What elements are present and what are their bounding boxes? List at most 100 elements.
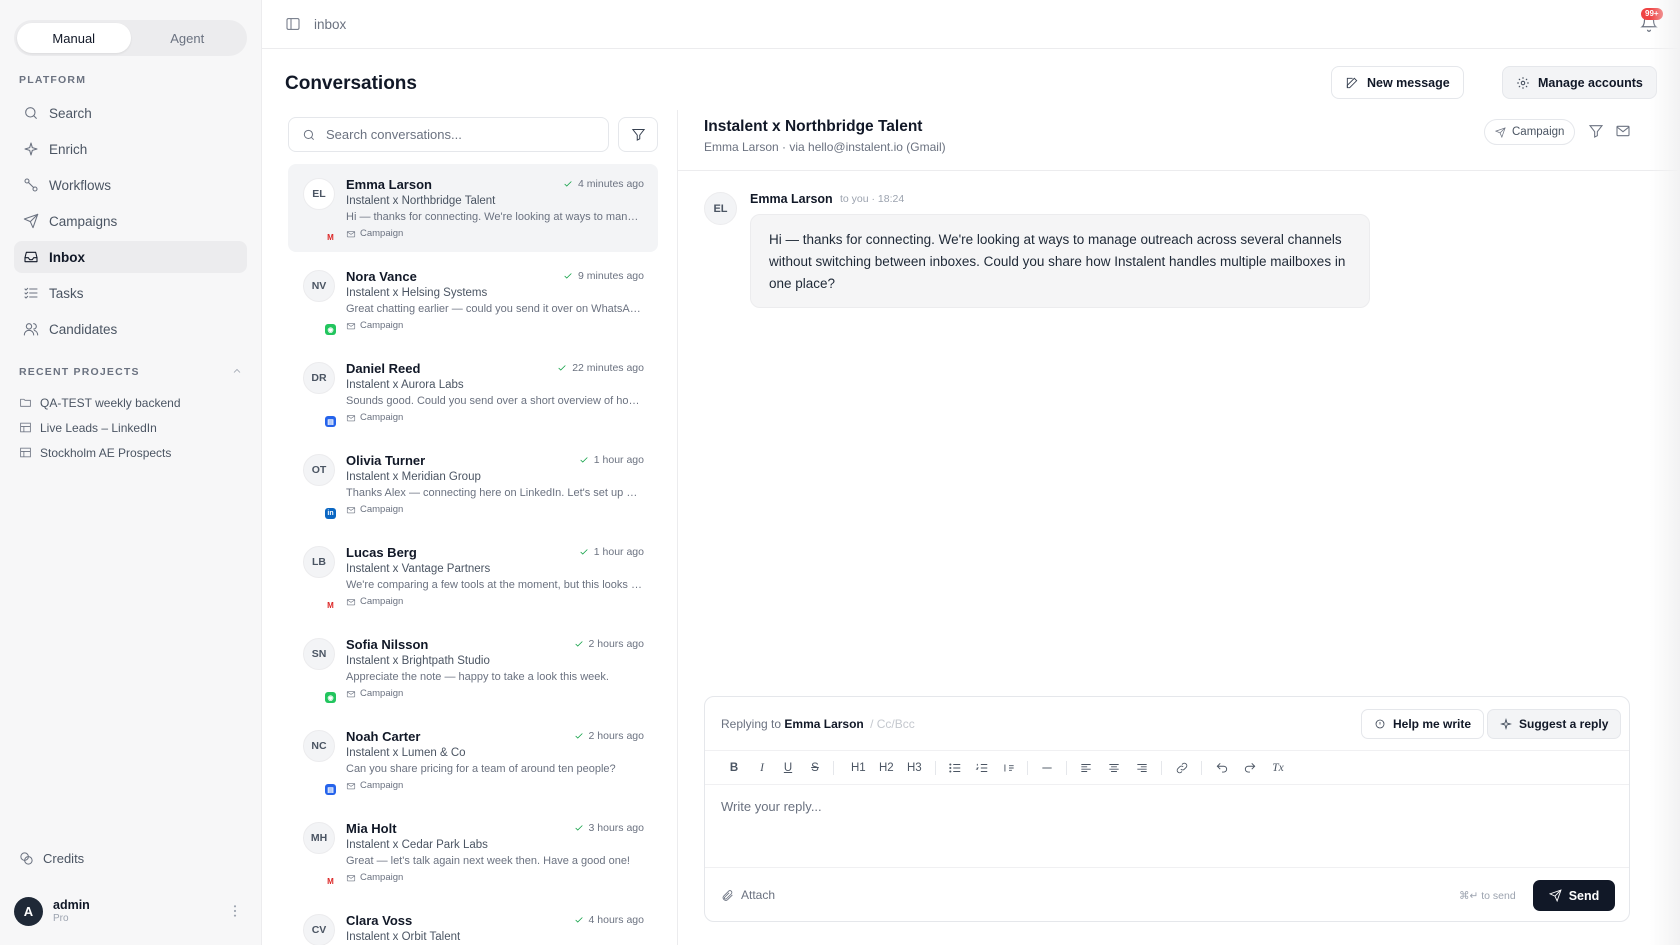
align-center-icon: [1109, 764, 1119, 772]
search-input[interactable]: [326, 127, 596, 142]
send-icon: [346, 414, 356, 421]
align-center-button[interactable]: [1107, 760, 1121, 776]
sidebar-item-tasks[interactable]: Tasks: [14, 277, 247, 309]
align-left-button[interactable]: [1079, 760, 1093, 776]
project-item[interactable]: Stockholm AE Prospects: [19, 440, 244, 465]
conversation-item[interactable]: DR ▤ Daniel Reed 22 minutes ago Instalent x …: [288, 348, 658, 436]
reply-input[interactable]: [721, 799, 1611, 814]
conversation-item[interactable]: MH M Mia Holt 3 hours ago Instalent x Cedar …: [288, 808, 658, 896]
attach-button[interactable]: Attach: [721, 888, 775, 902]
time-label: 1 hour ago: [593, 546, 644, 558]
send-icon: [1548, 889, 1562, 902]
undo-button[interactable]: [1215, 760, 1229, 776]
sidebar-item-inbox[interactable]: Inbox: [14, 241, 247, 273]
conversation-item[interactable]: SN ◉ Sofia Nilsson 2 hours ago Instalent x B…: [288, 624, 658, 712]
conversation-preview: Great chatting earlier — could you send …: [346, 303, 643, 315]
credits-link[interactable]: Credits: [19, 851, 84, 866]
check-icon: [580, 549, 588, 555]
check-icon: [574, 733, 583, 739]
conversation-company: Instalent x Aurora Labs: [346, 379, 464, 391]
strikethrough-button[interactable]: S: [808, 760, 822, 776]
tag-label: Campaign: [360, 228, 404, 239]
bold-button[interactable]: B: [727, 760, 741, 776]
avatar: CV: [303, 914, 335, 945]
conversation-item[interactable]: LB M Lucas Berg 1 hour ago Instalent x Vanta…: [288, 532, 658, 620]
avatar: NV: [303, 270, 335, 302]
conversation-name: Daniel Reed: [346, 361, 421, 376]
breadcrumb: inbox: [314, 17, 347, 32]
thread-header-divider: [678, 170, 1680, 171]
conversation-tag: Campaign: [346, 688, 403, 699]
conversation-name: Emma Larson: [346, 177, 432, 192]
conversation-preview: Appreciate the note — happy to take a lo…: [346, 671, 609, 683]
conversation-item[interactable]: EL M Emma Larson 4 minutes ago Instalent x N…: [288, 164, 658, 252]
avatar: A: [14, 896, 43, 926]
mail-icon[interactable]: [1615, 123, 1631, 139]
sidebar-item-campaigns[interactable]: Campaigns: [14, 205, 247, 237]
sidebar-toggle-icon[interactable]: [285, 16, 301, 32]
paperclip-icon: [722, 889, 733, 901]
blockquote-button[interactable]: [1002, 760, 1016, 776]
project-item[interactable]: Live Leads – LinkedIn: [19, 415, 244, 440]
horizontal-rule-button[interactable]: [1040, 760, 1054, 776]
new-message-button[interactable]: New message: [1331, 66, 1464, 99]
sidebar-item-search[interactable]: Search: [14, 97, 247, 129]
italic-button[interactable]: I: [755, 760, 769, 776]
underline-button[interactable]: U: [781, 760, 795, 776]
redo-button[interactable]: [1243, 760, 1257, 776]
align-right-button[interactable]: [1135, 760, 1149, 776]
heading2-button[interactable]: H2: [879, 760, 894, 776]
sidebar-item-label: Tasks: [49, 285, 84, 301]
project-item[interactable]: QA-TEST weekly backend: [19, 390, 244, 415]
sparkle-icon: [24, 142, 38, 156]
user-profile[interactable]: A admin Pro: [14, 895, 247, 927]
time-label: 22 minutes ago: [572, 362, 644, 374]
sidebar-item-label: Campaigns: [49, 213, 118, 229]
avatar: OT: [303, 454, 335, 486]
cc-bcc-toggle[interactable]: / Cc/Bcc: [870, 717, 915, 731]
help-me-write-button[interactable]: Help me write: [1361, 709, 1485, 739]
sidebar-item-enrich[interactable]: Enrich: [14, 133, 247, 165]
send-icon: [23, 213, 39, 229]
bullet-list-button[interactable]: [948, 760, 962, 776]
chevron-up-icon[interactable]: [231, 365, 243, 377]
avatar: EL: [704, 192, 737, 225]
pane-divider: [677, 110, 678, 945]
heading1-button[interactable]: H1: [851, 760, 866, 776]
manage-accounts-label: Manage accounts: [1538, 75, 1643, 90]
replying-to: Replying to Emma Larson / Cc/Bcc: [721, 717, 915, 731]
sparkle-icon: [1500, 718, 1512, 730]
conversation-item[interactable]: OT in Olivia Turner 1 hour ago Instalent x M…: [288, 440, 658, 528]
conversation-item[interactable]: CVMClara Voss4 hours agoInstalent x Orbi…: [288, 900, 658, 945]
filter-button[interactable]: [618, 117, 658, 152]
edit-icon: [1346, 77, 1358, 88]
mode-manual-tab[interactable]: Manual: [17, 23, 131, 53]
conversation-item[interactable]: NC ▤ Noah Carter 2 hours ago Instalent x Lum…: [288, 716, 658, 804]
conversation-name: Clara Voss: [346, 913, 413, 928]
heading3-button[interactable]: H3: [907, 760, 922, 776]
mode-agent-tab[interactable]: Agent: [131, 23, 245, 53]
sidebar-item-workflows[interactable]: Workflows: [14, 169, 247, 201]
top-bar: inbox 99+: [262, 0, 1680, 49]
sidebar-nav: Search Enrich Workflows Campaigns Inbox …: [14, 97, 247, 349]
more-vertical-icon[interactable]: [227, 903, 243, 919]
check-icon: [574, 641, 583, 647]
suggest-reply-button[interactable]: Suggest a reply: [1487, 709, 1622, 739]
clear-formatting-button[interactable]: Tx: [1271, 760, 1285, 776]
tag-label: Campaign: [360, 872, 404, 883]
campaign-pill[interactable]: Campaign: [1484, 119, 1576, 145]
filter-icon[interactable]: [1588, 123, 1604, 139]
tag-label: Campaign: [360, 320, 404, 331]
conversation-company: Instalent x Vantage Partners: [346, 563, 491, 575]
sidebar-item-candidates[interactable]: Candidates: [14, 313, 247, 345]
send-button[interactable]: Send: [1533, 880, 1615, 911]
ordered-list-button[interactable]: [975, 760, 989, 776]
conversation-name: Olivia Turner: [346, 453, 426, 468]
send-icon: [1495, 126, 1506, 138]
gear-icon: [1517, 76, 1529, 89]
conversation-item[interactable]: NV ◉ Nora Vance 9 minutes ago Instalent x He…: [288, 256, 658, 344]
manage-accounts-button[interactable]: Manage accounts: [1502, 66, 1657, 99]
table-icon: [20, 422, 31, 433]
composer-footer-divider: [705, 867, 1629, 868]
link-button[interactable]: [1175, 760, 1189, 776]
